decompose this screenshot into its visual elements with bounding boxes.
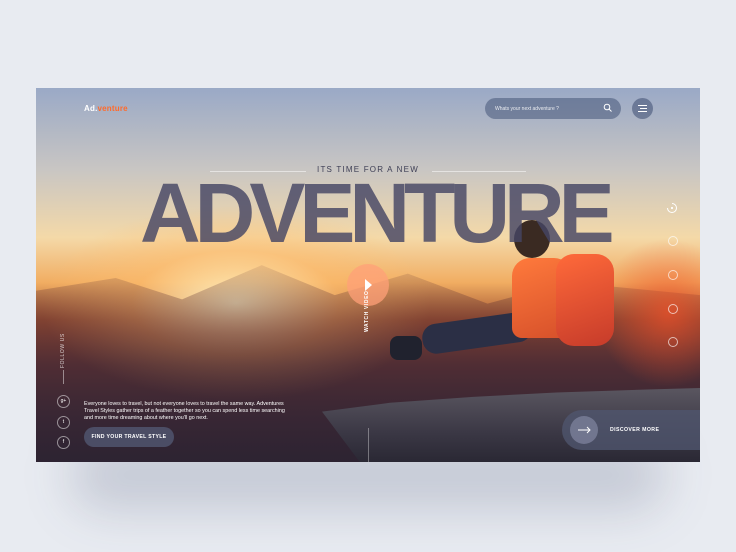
menu-icon-bar bbox=[640, 108, 647, 109]
slide-indicator-active[interactable] bbox=[666, 202, 678, 214]
hiker-boot bbox=[390, 336, 422, 360]
slide-indicator[interactable] bbox=[668, 270, 678, 280]
menu-icon-bar bbox=[638, 105, 647, 106]
play-icon bbox=[365, 279, 372, 291]
discover-more-button[interactable]: DISCOVER MORE bbox=[562, 410, 700, 450]
find-travel-style-button[interactable]: FIND YOUR TRAVEL STYLE bbox=[84, 427, 174, 447]
discover-more-label: DISCOVER MORE bbox=[610, 427, 660, 433]
logo-prefix: Ad. bbox=[84, 104, 98, 113]
twitter-icon[interactable]: t bbox=[57, 416, 70, 429]
google-plus-icon[interactable]: g+ bbox=[57, 395, 70, 408]
brand-logo[interactable]: Ad.venture bbox=[84, 104, 128, 113]
search-icon[interactable] bbox=[603, 103, 613, 113]
search-bar[interactable] bbox=[485, 98, 621, 119]
menu-button[interactable] bbox=[632, 98, 653, 119]
facebook-icon[interactable]: f bbox=[57, 436, 70, 449]
arrow-right-icon bbox=[578, 426, 591, 434]
logo-suffix: venture bbox=[97, 104, 128, 113]
slide-indicator[interactable] bbox=[668, 236, 678, 246]
hero-headline: ADVENTURE bbox=[140, 166, 615, 260]
watch-video-label[interactable]: WATCH VIDEO bbox=[364, 290, 370, 332]
follow-us-label: FOLLOW US bbox=[60, 333, 66, 368]
hero-description: Everyone loves to travel, but not everyo… bbox=[84, 401, 285, 421]
discover-arrow-circle bbox=[570, 416, 598, 444]
follow-divider bbox=[63, 370, 64, 384]
slide-indicator[interactable] bbox=[668, 337, 678, 347]
divider-line bbox=[368, 428, 369, 462]
slide-indicator[interactable] bbox=[668, 304, 678, 314]
hiker-backpack bbox=[556, 254, 614, 346]
menu-icon-bar bbox=[638, 111, 647, 112]
slider-pagination bbox=[666, 200, 678, 350]
search-input[interactable] bbox=[495, 98, 595, 119]
